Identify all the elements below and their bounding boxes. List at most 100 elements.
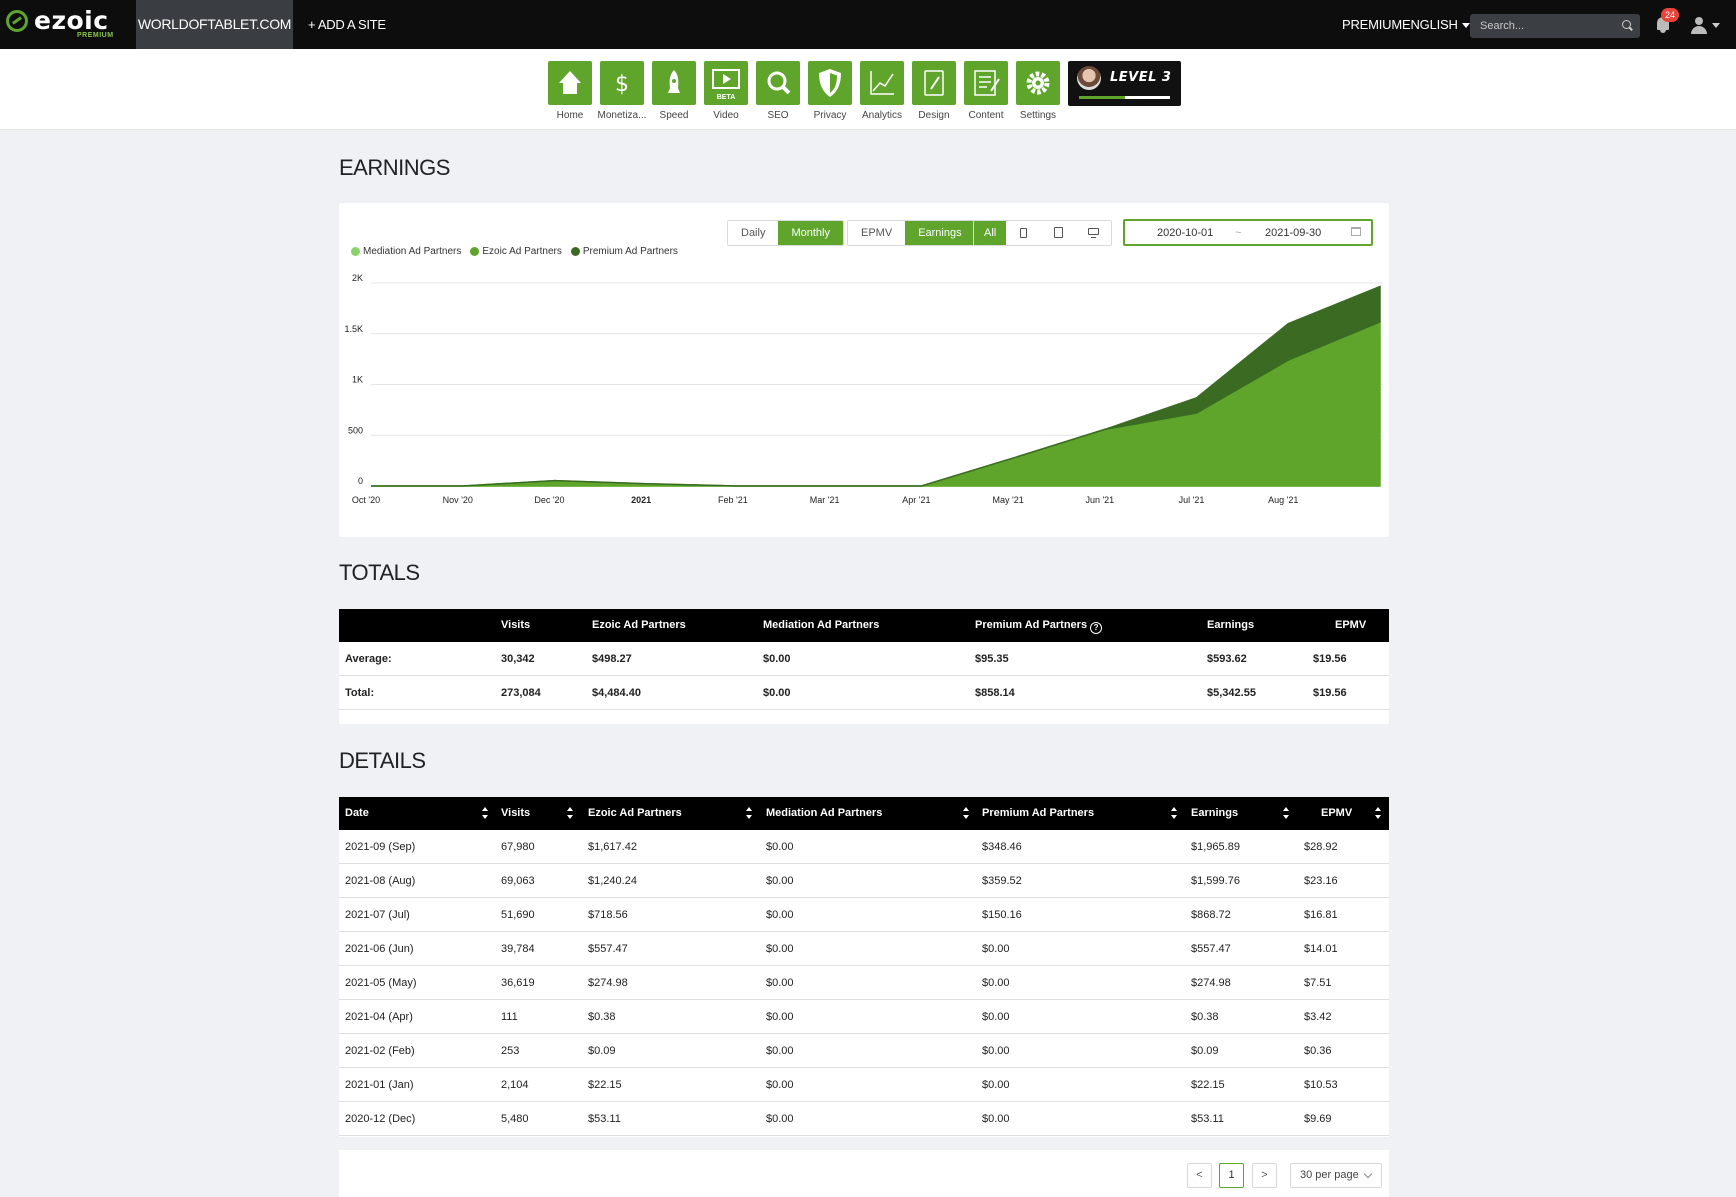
table-row: 2021-01 (Jan) 2,104 $22.15 $0.00 $0.00 $22.15… [339, 1068, 1389, 1102]
column-header: Visits [501, 619, 531, 631]
table-header: Date Visits Ezoic Ad Partners Mediation … [339, 797, 1389, 830]
ezoic-logo[interactable]: ezoic PREMIUM [6, 8, 113, 39]
cell: $19.56 [1313, 653, 1347, 665]
earnings-button[interactable]: Earnings [905, 221, 975, 245]
monthly-button[interactable]: Monthly [778, 221, 843, 245]
tablet-button[interactable] [1041, 221, 1077, 245]
language-label: ENGLISH [1402, 17, 1458, 32]
table-row: 2021-06 (Jun) 39,784 $557.47 $0.00 $0.00 $557… [339, 932, 1389, 966]
legend-item[interactable]: Ezoic Ad Partners [470, 246, 562, 257]
sort-icon[interactable] [963, 807, 970, 820]
nav-seo[interactable]: SEO [752, 61, 804, 121]
nav-settings[interactable]: Settings [1012, 61, 1064, 121]
cell: 69,063 [501, 875, 535, 887]
nav-privacy[interactable]: Privacy [804, 61, 856, 121]
cell: $4,484.40 [592, 687, 641, 699]
level-badge[interactable]: LEVEL 3 [1068, 61, 1181, 106]
search-box [1470, 14, 1640, 38]
cell: $19.56 [1313, 687, 1347, 699]
desktop-button[interactable] [1076, 221, 1112, 245]
legend-item[interactable]: Premium Ad Partners [570, 246, 678, 257]
sort-icon[interactable] [567, 807, 574, 820]
legend-label: Premium Ad Partners [582, 246, 678, 257]
legend-label: Mediation Ad Partners [363, 246, 462, 257]
nav-content[interactable]: Content [960, 61, 1012, 121]
premium-link[interactable]: PREMIUM [1342, 0, 1402, 49]
column-header-epmv[interactable]: EPMV [1321, 797, 1352, 830]
cell: $0.00 [763, 687, 791, 699]
nav-label: Analytics [861, 110, 902, 121]
per-page-select[interactable]: 30 per page [1290, 1163, 1382, 1188]
cell: $0.00 [766, 1045, 794, 1057]
legend-item[interactable]: Mediation Ad Partners [351, 246, 461, 257]
all-devices-button[interactable]: All [974, 221, 1007, 245]
column-header: Ezoic Ad Partners [592, 619, 686, 631]
nav-label: Privacy [813, 110, 847, 121]
cell: 2021-08 (Aug) [345, 875, 416, 887]
cell: $858.14 [975, 687, 1015, 699]
date-separator: ~ [1235, 227, 1242, 239]
column-header-mediation[interactable]: Mediation Ad Partners [766, 797, 882, 830]
table-header: Visits Ezoic Ad Partners Mediation Ad Pa… [339, 609, 1389, 642]
column-header: Earnings [1207, 619, 1255, 631]
sort-icon[interactable] [482, 807, 489, 820]
user-menu-chevron-icon[interactable] [1712, 23, 1720, 28]
column-header-earnings[interactable]: Earnings [1191, 797, 1238, 830]
language-dropdown[interactable]: ENGLISH [1402, 0, 1470, 49]
cell: $498.27 [592, 653, 632, 665]
chart-legend: Mediation Ad Partners Ezoic Ad Partners … [351, 246, 687, 257]
x-tick-label: 2021 [631, 495, 651, 505]
cell: $0.00 [982, 1079, 1010, 1091]
nav-monetization[interactable]: $ Monetiza... [596, 61, 648, 121]
cell: $16.81 [1304, 909, 1338, 921]
details-rows: 2021-09 (Sep) 67,980 $1,617.42 $0.00 $348.46… [339, 830, 1389, 1136]
cell: 67,980 [501, 841, 535, 853]
column-header-ezoic[interactable]: Ezoic Ad Partners [588, 797, 682, 830]
daily-button[interactable]: Daily [728, 221, 779, 245]
cell: $0.09 [588, 1045, 616, 1057]
sort-icon[interactable] [1283, 807, 1290, 820]
column-header-date[interactable]: Date [345, 797, 369, 830]
cell: $0.00 [766, 977, 794, 989]
cell: $150.16 [982, 909, 1022, 921]
search-icon[interactable] [1622, 20, 1631, 29]
legend-swatch [570, 247, 580, 256]
nav-video[interactable]: BETA Video [700, 61, 752, 121]
site-selector[interactable]: WORLDOFTABLET.COM [136, 0, 293, 49]
sort-icon[interactable] [1171, 807, 1178, 820]
prev-page-button[interactable]: < [1187, 1163, 1212, 1188]
area-series-1[interactable] [371, 320, 1381, 487]
search-input[interactable] [1470, 14, 1610, 38]
cell: $0.00 [763, 653, 791, 665]
legend-swatch [470, 247, 480, 256]
epmv-button[interactable]: EPMV [848, 221, 906, 245]
device-toggle: All [973, 220, 1113, 246]
cell: 253 [501, 1045, 520, 1057]
cell: $0.38 [588, 1011, 616, 1023]
sort-icon[interactable] [746, 807, 753, 820]
column-header-premium[interactable]: Premium Ad Partners [982, 797, 1094, 830]
date-range-picker[interactable]: 2020-10-01 ~ 2021-09-30 [1123, 219, 1373, 246]
sort-icon[interactable] [1375, 807, 1382, 820]
x-tick-label: Feb '21 [718, 495, 748, 505]
cell: $22.15 [588, 1079, 622, 1091]
nav-home[interactable]: Home [544, 61, 596, 121]
table-row: Total: 273,084 $4,484.40 $0.00 $858.14 $… [339, 676, 1389, 710]
cell: $593.62 [1207, 653, 1247, 665]
column-header-visits[interactable]: Visits [501, 797, 530, 830]
user-icon[interactable] [1691, 17, 1707, 35]
cell: 2021-09 (Sep) [345, 841, 416, 853]
x-tick-label: Dec '20 [534, 495, 564, 505]
nav-analytics[interactable]: Analytics [856, 61, 908, 121]
table-row: 2021-07 (Jul) 51,690 $718.56 $0.00 $150.16 $8… [339, 898, 1389, 932]
x-tick-label: Jun '21 [1085, 495, 1114, 505]
add-site-link[interactable]: + ADD A SITE [308, 0, 386, 49]
nav-design[interactable]: Design [908, 61, 960, 121]
nav-label: Speed [659, 110, 689, 121]
next-page-button[interactable]: > [1252, 1163, 1277, 1188]
page-button-current[interactable]: 1 [1219, 1163, 1244, 1188]
cell: $0.00 [766, 841, 794, 853]
nav-speed[interactable]: Speed [648, 61, 700, 121]
mobile-button[interactable] [1006, 221, 1042, 245]
help-icon[interactable]: ? [1090, 622, 1103, 634]
